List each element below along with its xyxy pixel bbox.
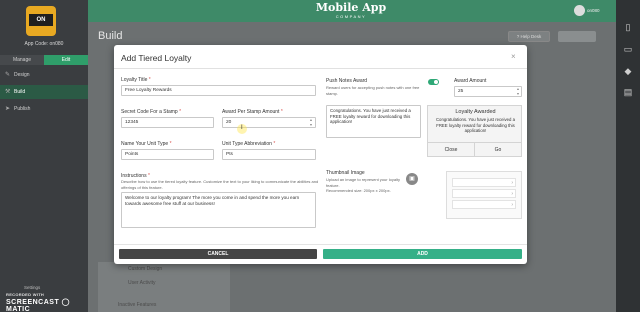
page-title: Build [98, 30, 123, 42]
list-item: › [452, 189, 516, 198]
list-item: › [452, 200, 516, 209]
sidebar-item-design[interactable]: ✎ Design [0, 68, 88, 82]
list-item[interactable]: Inactive Features [118, 302, 156, 308]
unit-abbreviation-input[interactable]: Pts [222, 149, 316, 160]
divider [114, 68, 527, 69]
avatar[interactable] [574, 5, 585, 16]
push-notes-toggle[interactable] [428, 79, 439, 85]
preview-buttons: Close Go [428, 142, 521, 157]
thumbnail-help: Upload an image to represent your loyalt… [326, 177, 401, 188]
app-logo-text: ON [29, 14, 53, 26]
mode-edit-tab[interactable]: Edit [44, 55, 88, 65]
phone-preview-icon[interactable]: ▯ [623, 22, 633, 32]
thumbnail-preview: › › › [446, 171, 522, 219]
loyalty-title-input[interactable]: Free Loyalty Rewards [121, 85, 316, 96]
left-sidebar: ON App Code: on080 Manage Edit ✎ Design … [0, 0, 88, 312]
list-item: › [452, 178, 516, 187]
add-button[interactable]: ADD [323, 249, 522, 259]
sidebar-item-label: Publish [14, 106, 31, 112]
page-action-button[interactable] [558, 31, 596, 42]
instructions-textarea[interactable]: Welcome to our loyalty program! The more… [121, 192, 316, 228]
thumbnail-size-help: Recommended size: 200px x 200px. [326, 188, 391, 193]
unit-abbreviation-label: Unit Type Abbreviation * [222, 141, 276, 147]
watermark-line2: SCREENCAST ◯ MATIC [6, 299, 71, 312]
document-icon[interactable]: ▤ [623, 87, 633, 97]
close-icon[interactable]: × [511, 53, 516, 61]
push-notes-help: Reward users for accepting push notes wi… [326, 85, 420, 96]
send-icon: ➤ [5, 106, 11, 112]
sidebar-item-build[interactable]: ⚒ Build [0, 85, 88, 99]
brand-logo: Mobile App [315, 1, 387, 14]
user-menu[interactable]: on080 [587, 8, 600, 13]
dialog-title: Add Tiered Loyalty [121, 53, 192, 63]
preview-close-button: Close [444, 147, 458, 153]
loyalty-title-label: Loyalty Title * [121, 77, 151, 83]
secret-code-label: Secret Code For a Stamp * [121, 109, 182, 115]
top-header: Mobile App COMPANY on080 [88, 0, 616, 22]
add-tiered-loyalty-dialog: Add Tiered Loyalty × Loyalty Title * Fre… [114, 45, 527, 264]
watermark-line1: RECORDED WITH [6, 292, 45, 297]
preview-title: Loyalty Awarded [455, 109, 496, 115]
brush-icon: ✎ [5, 72, 11, 78]
secret-code-input[interactable]: 12345 [121, 117, 214, 128]
settings-link[interactable]: Settings [24, 285, 40, 290]
award-amount-input[interactable]: 25 [454, 86, 522, 97]
list-item[interactable]: Custom Design [128, 266, 162, 272]
preview-message: Congratulations. You have just received … [435, 117, 516, 133]
app-logo: ON [26, 6, 56, 36]
award-per-stamp-stepper[interactable]: ▲ ▼ [309, 118, 313, 127]
unit-type-label: Name Your Unit Type * [121, 141, 172, 147]
sidebar-item-label: Build [14, 89, 26, 95]
list-item[interactable]: User Activity [128, 280, 156, 286]
thumbnail-label: Thumbnail Image [326, 170, 365, 176]
award-per-stamp-label: Award Per Stamp Amount * [222, 109, 283, 115]
push-notes-label: Push Notes Award [326, 78, 368, 84]
award-amount-stepper[interactable]: ▲ ▼ [516, 87, 520, 96]
push-notes-message-textarea[interactable]: Congratulations. You have just received … [326, 105, 421, 138]
preview-go-button: Go [474, 143, 521, 157]
upload-image-icon[interactable]: ▣ [406, 173, 418, 185]
right-toolbar: ▯ ▭ ◆ ▤ [616, 0, 640, 312]
mode-manage-tab[interactable]: Manage [0, 55, 44, 65]
award-amount-label: Award Amount [454, 78, 487, 84]
android-icon[interactable]: ◆ [623, 66, 633, 76]
help-desk-button[interactable]: ? Help Desk [508, 31, 550, 42]
unit-type-input[interactable]: Points [121, 149, 214, 160]
divider [114, 244, 527, 245]
brand-subtitle: COMPANY [335, 14, 367, 19]
award-per-stamp-input[interactable]: 20 [222, 117, 316, 128]
sidebar-item-label: Design [14, 72, 30, 78]
mode-switch: Manage Edit [0, 55, 88, 65]
cancel-button[interactable]: CANCEL [119, 249, 317, 259]
text-cursor-icon: I [241, 125, 243, 131]
wrench-icon: ⚒ [5, 89, 11, 95]
tablet-preview-icon[interactable]: ▭ [623, 44, 633, 54]
app-code: App Code: on080 [24, 41, 64, 47]
instructions-help: Describe how to use the tiered loyalty f… [121, 179, 319, 190]
sidebar-item-publish[interactable]: ➤ Publish [0, 102, 88, 116]
loyalty-awarded-preview: Loyalty Awarded Congratulations. You hav… [427, 105, 522, 157]
